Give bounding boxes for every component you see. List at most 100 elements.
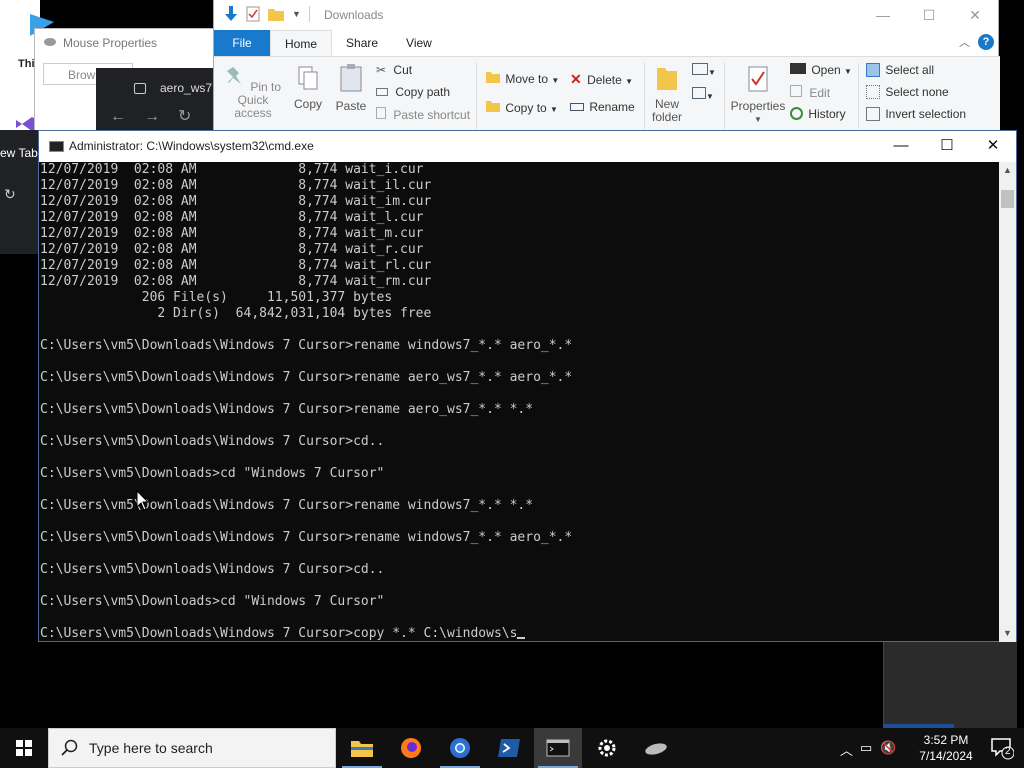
taskbar-chrome[interactable] [436,728,484,768]
console-line: 12/07/2019 02:08 AM 8,774 wait_i.cur [40,162,424,177]
easy-access-icon [692,87,706,99]
file-explorer-window[interactable]: ▼ Downloads — ☐ ✕ File Home Share View ︿… [213,0,1000,138]
background-window[interactable] [883,642,1017,728]
tab-file[interactable]: File [214,30,270,56]
chrome-window-left[interactable]: ew Tab ↻ [0,130,40,254]
copy-to-icon [486,101,500,112]
taskbar-cmd[interactable] [534,728,582,768]
select-none-button[interactable]: Select none [866,85,949,99]
copy-path-button[interactable]: Copy path [376,85,450,99]
select-all-button[interactable]: Select all [866,63,934,77]
chevron-down-icon: ▼ [844,67,852,76]
pin-to-quick-access-button[interactable]: Pin to Quick access [220,65,286,120]
back-arrow-icon[interactable]: ← [110,108,144,125]
rename-icon [570,103,584,111]
help-icon[interactable]: ? [978,34,994,50]
minimize-button[interactable]: — [878,131,924,162]
file-explorer-icon [351,741,373,757]
minimize-button[interactable]: — [860,0,906,30]
properties-check-icon[interactable] [246,6,260,22]
chevron-up-icon[interactable]: ︿ [840,740,853,759]
move-to-button[interactable]: Move to ▼ [486,71,559,86]
cmd-window-controls: — ☐ ✕ [878,131,1016,162]
scroll-down-arrow-icon[interactable]: ▼ [999,625,1016,642]
reload-icon[interactable]: ↻ [4,186,16,203]
taskbar-file-explorer[interactable] [338,728,386,768]
new-folder-button[interactable]: New folder [648,65,686,124]
taskbar-settings[interactable] [583,728,631,768]
cmd-titlebar[interactable]: Administrator: C:\Windows\system32\cmd.e… [39,131,1016,162]
edit-button[interactable]: Edit [790,85,830,100]
chevron-down-icon: ▼ [551,76,560,85]
cmd-window[interactable]: Administrator: C:\Windows\system32\cmd.e… [38,130,1017,642]
paste-button[interactable]: Paste [332,63,370,113]
scroll-up-arrow-icon[interactable]: ▲ [999,162,1016,179]
mouse-icon [645,743,667,755]
open-icon [790,63,806,74]
console-line: C:\Users\vm5\Downloads\Windows 7 Cursor>… [40,562,385,577]
start-button[interactable] [0,728,48,768]
close-button[interactable]: ✕ [952,0,998,30]
copy-button[interactable]: Copy [290,65,326,111]
rename-button[interactable]: Rename [570,100,635,114]
mouse-icon [44,38,56,46]
properties-button[interactable]: Properties ▼ [730,65,786,126]
explorer-window-controls: — ☐ ✕ [860,0,998,30]
console-input-line[interactable]: C:\Users\vm5\Downloads\Windows 7 Cursor>… [40,626,1001,642]
console-line: 12/07/2019 02:08 AM 8,774 wait_rl.cur [40,258,432,273]
down-arrow-icon[interactable] [224,6,238,22]
taskbar-mouse[interactable] [632,728,680,768]
taskbar-search-box[interactable]: Type here to search [48,728,336,768]
quick-access-toolbar: ▼ [224,6,310,22]
notification-center-button[interactable]: 2 [990,736,1015,760]
new-tab-label[interactable]: ew Tab [0,146,38,160]
tab-view[interactable]: View [392,30,446,56]
clock[interactable]: 3:52 PM 7/14/2024 [914,732,978,764]
console-line: C:\Users\vm5\Downloads\Windows 7 Cursor>… [40,434,385,449]
forward-arrow-icon[interactable]: → [144,108,178,125]
folder-icon[interactable] [268,7,284,21]
cut-button[interactable]: ✂ Cut [376,63,412,77]
console-output[interactable]: 12/07/2019 02:08 AM 8,774 wait_i.cur 12/0… [39,162,1001,642]
windows-logo-icon [16,740,32,756]
new-item-button[interactable]: ▼ [692,63,716,78]
pin-icon [226,67,241,84]
browser-window[interactable]: aero_ws7 ←→↻ [96,68,220,138]
history-button[interactable]: History [790,107,846,121]
open-button[interactable]: Open ▼ [790,63,852,77]
easy-access-button[interactable]: ▼ [692,87,714,102]
chevron-down-icon[interactable]: ▼ [292,9,301,19]
tab-share[interactable]: Share [332,30,392,56]
maximize-button[interactable]: ☐ [924,131,970,162]
cmd-icon [49,141,64,152]
console-line: C:\Users\vm5\Downloads\Windows 7 Cursor>… [40,338,573,353]
reload-icon[interactable]: ↻ [178,108,209,125]
clock-date: 7/14/2024 [919,749,973,763]
scroll-thumb[interactable] [1001,190,1014,208]
explorer-titlebar[interactable]: ▼ Downloads — ☐ ✕ [214,0,998,30]
console-scrollbar[interactable]: ▲ ▼ [999,162,1016,642]
chevron-up-icon[interactable]: ︿ [959,34,970,50]
taskbar-powershell[interactable] [485,728,533,768]
chevron-down-icon: ▼ [625,77,634,86]
close-button[interactable]: ✕ [970,131,1016,162]
taskbar-firefox[interactable] [387,728,435,768]
cmd-title: Administrator: C:\Windows\system32\cmd.e… [69,139,314,153]
delete-button[interactable]: ✕ Delete ▼ [570,71,633,88]
copy-to-button[interactable]: Copy to ▼ [486,100,558,115]
browser-tab[interactable]: aero_ws7 [124,74,212,102]
invert-selection-button[interactable]: Invert selection [866,107,966,121]
copy-icon [298,66,318,90]
volume-muted-icon[interactable]: 🔇 [880,740,896,756]
mouse-pointer-icon [136,490,150,511]
paste-shortcut-button[interactable]: Paste shortcut [376,107,470,122]
network-icon[interactable]: ▭ [860,740,872,756]
chrome-icon [450,738,470,758]
mouse-properties-titlebar[interactable]: Mouse Properties [35,29,213,57]
maximize-button[interactable]: ☐ [906,0,952,30]
move-to-icon [486,72,500,83]
tab-home[interactable]: Home [270,30,333,56]
